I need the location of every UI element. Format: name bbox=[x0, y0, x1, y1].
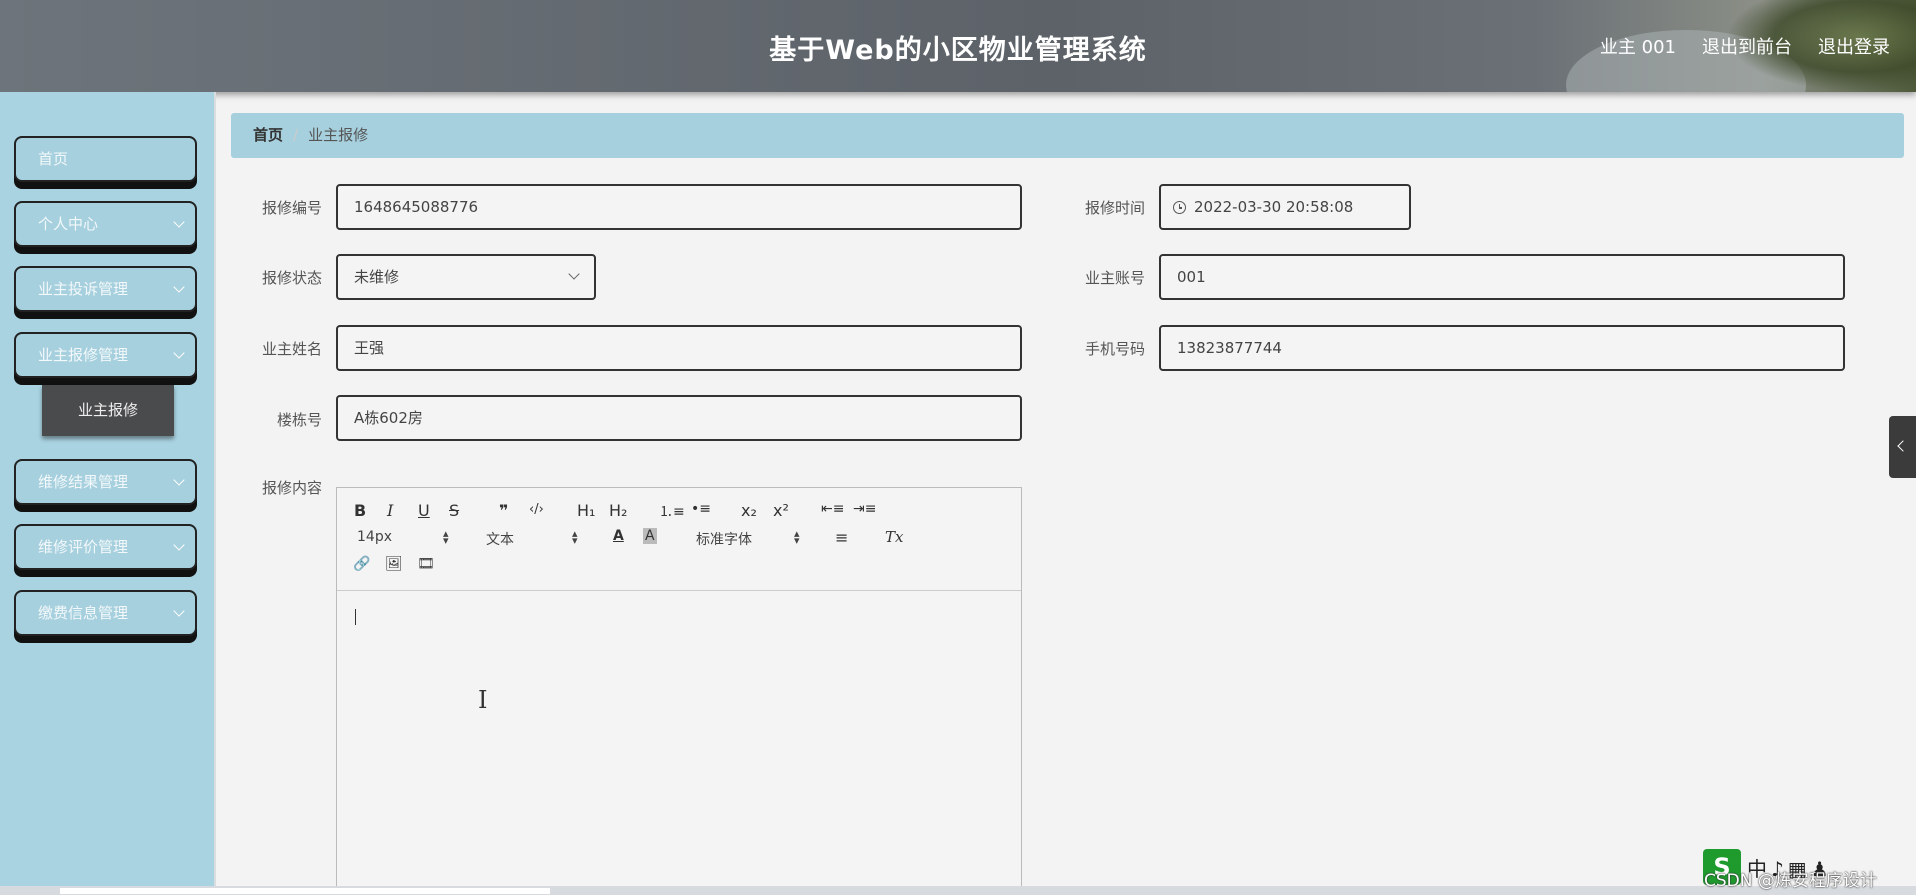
owner-name-label: 业主姓名 bbox=[261, 340, 322, 358]
sidebar-item-label: 缴费信息管理 bbox=[38, 604, 129, 622]
sidebar-subitem-owner-repair[interactable]: 业主报修 bbox=[42, 385, 174, 436]
blockquote-button[interactable]: ❞ bbox=[499, 501, 508, 520]
repair-no-field[interactable]: 1648645088776 bbox=[336, 184, 1022, 230]
sidebar-item-label: 个人中心 bbox=[38, 215, 99, 233]
strike-button[interactable]: S bbox=[449, 501, 459, 520]
font-family-select[interactable]: 标准字体 bbox=[696, 529, 752, 549]
sidebar-item-repair-result-management[interactable]: 维修结果管理 bbox=[14, 459, 197, 505]
sidebar-item-repair-management[interactable]: 业主报修管理 bbox=[14, 332, 197, 378]
select-arrows-icon: ▴ ▾ bbox=[572, 527, 578, 547]
phone-field[interactable]: 13823877744 bbox=[1159, 325, 1845, 371]
owner-name-field[interactable]: 王强 bbox=[336, 325, 1022, 371]
header-links: 业主 001 退出到前台 退出登录 bbox=[1600, 33, 1890, 59]
align-button[interactable]: ≡ bbox=[835, 528, 848, 547]
link-icon[interactable]: 🔗 bbox=[353, 556, 370, 572]
sidebar-item-label: 维修结果管理 bbox=[38, 473, 129, 491]
text-caret bbox=[355, 609, 356, 625]
bold-button[interactable]: B bbox=[354, 501, 366, 520]
sidebar: 首页 个人中心 业主投诉管理 业主报修管理 业主报修 维修结果管理 维修评价管理… bbox=[0, 92, 216, 895]
sidebar-item-label: 首页 bbox=[38, 150, 69, 168]
h2-button[interactable]: H₂ bbox=[609, 501, 627, 520]
chevron-down-icon bbox=[173, 347, 185, 359]
breadcrumb-home[interactable]: 首页 bbox=[253, 126, 283, 144]
h1-button[interactable]: H₁ bbox=[577, 501, 595, 520]
owner-account-label: 业主账号 bbox=[1084, 269, 1145, 287]
code-block-button[interactable]: ‹/› bbox=[529, 502, 544, 517]
watermark: CSDN @炼安程序设计 bbox=[1704, 871, 1877, 891]
repair-status-select[interactable]: 未维修 bbox=[336, 254, 596, 300]
sidebar-item-payment-management[interactable]: 缴费信息管理 bbox=[14, 590, 197, 636]
owner-account-field[interactable]: 001 bbox=[1159, 254, 1845, 300]
sidebar-item-repair-evaluation-management[interactable]: 维修评价管理 bbox=[14, 524, 197, 570]
repair-content-editor: B I U S ❞ ‹/› H₁ H₂ ⒈≡ •≡ x₂ x² ⇤≡ ⇥≡ 14… bbox=[336, 487, 1022, 895]
current-user: 业主 001 bbox=[1599, 37, 1676, 58]
building-field[interactable]: A栋602房 bbox=[336, 395, 1022, 441]
breadcrumb-current: 业主报修 bbox=[308, 126, 369, 144]
chevron-down-icon bbox=[173, 474, 185, 486]
italic-button[interactable]: I bbox=[387, 501, 393, 520]
chevron-left-icon bbox=[1897, 440, 1909, 452]
font-color-button[interactable]: A bbox=[613, 528, 624, 544]
bottom-scrollbar[interactable] bbox=[0, 886, 1916, 895]
background-color-button[interactable]: A bbox=[643, 528, 657, 544]
chevron-down-icon bbox=[173, 281, 185, 293]
superscript-button[interactable]: x² bbox=[773, 501, 789, 520]
outdent-button[interactable]: ⇤≡ bbox=[821, 501, 844, 517]
back-to-front-link[interactable]: 退出到前台 bbox=[1702, 33, 1792, 59]
sidebar-item-complaint-management[interactable]: 业主投诉管理 bbox=[14, 266, 197, 312]
clock-icon bbox=[1173, 201, 1186, 214]
logout-link[interactable]: 退出登录 bbox=[1818, 33, 1890, 59]
subscript-button[interactable]: x₂ bbox=[741, 501, 757, 520]
collapse-panel-button[interactable] bbox=[1889, 416, 1916, 478]
sidebar-item-label: 维修评价管理 bbox=[38, 538, 129, 556]
top-header: 基于Web的小区物业管理系统 业主 001 退出到前台 退出登录 bbox=[0, 0, 1916, 92]
header-select[interactable]: 文本 bbox=[486, 529, 514, 549]
building-label: 楼栋号 bbox=[276, 411, 322, 429]
chevron-down-icon bbox=[568, 268, 580, 280]
repair-time-field[interactable]: 2022-03-30 20:58:08 bbox=[1159, 184, 1411, 230]
repair-status-label: 报修状态 bbox=[261, 269, 322, 287]
indent-button[interactable]: ⇥≡ bbox=[853, 501, 876, 517]
sidebar-item-personal-center[interactable]: 个人中心 bbox=[14, 201, 197, 247]
underline-button[interactable]: U bbox=[418, 501, 430, 520]
phone-label: 手机号码 bbox=[1084, 340, 1145, 358]
font-size-select[interactable]: 14px bbox=[357, 529, 392, 545]
sidebar-item-label: 业主投诉管理 bbox=[38, 280, 129, 298]
sidebar-item-home[interactable]: 首页 bbox=[14, 136, 197, 182]
select-arrows-icon: ▴ ▾ bbox=[794, 527, 800, 547]
clean-format-button[interactable]: Tx bbox=[885, 528, 903, 546]
breadcrumb: 首页 / 业主报修 bbox=[231, 113, 1904, 158]
repair-no-label: 报修编号 bbox=[261, 199, 322, 217]
editor-toolbar: B I U S ❞ ‹/› H₁ H₂ ⒈≡ •≡ x₂ x² ⇤≡ ⇥≡ 14… bbox=[337, 488, 1021, 591]
bullet-list-button[interactable]: •≡ bbox=[691, 501, 711, 517]
chevron-down-icon bbox=[173, 605, 185, 617]
repair-status-value: 未维修 bbox=[354, 268, 400, 286]
chevron-down-icon bbox=[173, 216, 185, 228]
scrollbar-thumb[interactable] bbox=[60, 888, 550, 894]
video-icon[interactable]: 🎞 bbox=[417, 556, 435, 572]
editor-content-area[interactable]: I bbox=[337, 591, 1021, 891]
repair-content-label: 报修内容 bbox=[261, 479, 322, 497]
repair-time-label: 报修时间 bbox=[1084, 199, 1145, 217]
image-icon[interactable]: 🖼 bbox=[385, 556, 403, 572]
ordered-list-button[interactable]: ⒈≡ bbox=[659, 501, 685, 521]
select-arrows-icon: ▴ ▾ bbox=[443, 527, 449, 547]
text-cursor-icon: I bbox=[478, 686, 488, 714]
repair-time-value: 2022-03-30 20:58:08 bbox=[1194, 198, 1354, 216]
sidebar-item-label: 业主报修管理 bbox=[38, 346, 129, 364]
chevron-down-icon bbox=[173, 539, 185, 551]
breadcrumb-separator: / bbox=[293, 126, 299, 144]
